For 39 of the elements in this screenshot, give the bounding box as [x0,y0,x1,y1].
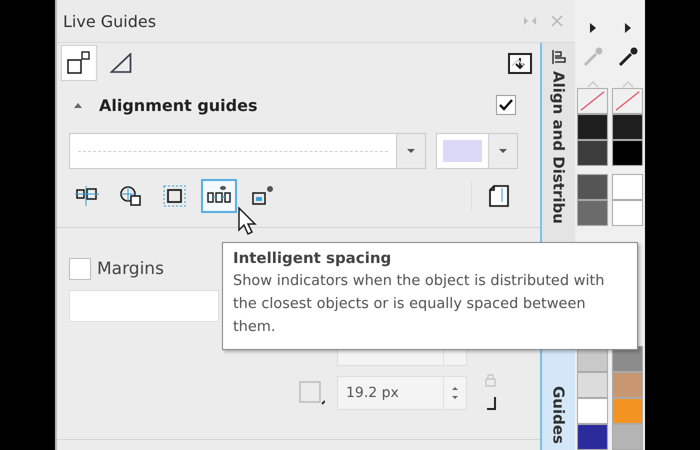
color-swatch[interactable] [612,174,643,200]
checkbox[interactable] [69,258,91,280]
align-icon [550,49,566,65]
panel-title: Live Guides [63,12,156,30]
color-swatch[interactable] [577,114,608,140]
guide-option-icon[interactable] [201,179,237,213]
color-swatch[interactable] [612,424,643,450]
eyedropper-icon[interactable] [616,46,638,68]
mouse-pointer-icon [237,206,257,236]
color-swatch[interactable] [577,200,608,226]
triangle-icon [110,53,132,73]
color-dropdown[interactable] [436,133,518,169]
scroll-arrow-icon[interactable] [588,22,596,34]
section-title: Alignment guides [99,96,258,114]
spin-field[interactable]: 19.2 px [337,376,467,410]
color-swatch[interactable] [612,398,643,424]
caret-icon [406,148,416,154]
export-icon[interactable] [506,50,534,76]
color-swatch[interactable] [612,114,643,140]
color-swatch[interactable] [612,200,643,226]
checkbox[interactable] [496,95,516,115]
color-swatch[interactable] [577,372,608,398]
input-field[interactable] [69,290,219,322]
squares-icon [66,50,92,76]
margin-icon [299,381,325,405]
color-swatch[interactable] [612,372,643,398]
color-swatch[interactable] [577,140,608,166]
color-swatch[interactable] [577,424,608,450]
color-swatch[interactable] [577,174,608,200]
tooltip-title: Intelligent spacing [233,249,392,267]
page-icon[interactable] [486,182,512,210]
scroll-arrow-icon[interactable] [624,22,632,34]
no-color-swatch[interactable] [612,88,643,114]
color-swatch[interactable] [612,140,643,166]
no-color-swatch[interactable] [577,88,608,114]
margins-label: Margins [97,259,164,279]
object-guides-tab[interactable] [61,45,97,81]
color-swatch[interactable] [577,398,608,424]
caret-icon [498,148,508,154]
